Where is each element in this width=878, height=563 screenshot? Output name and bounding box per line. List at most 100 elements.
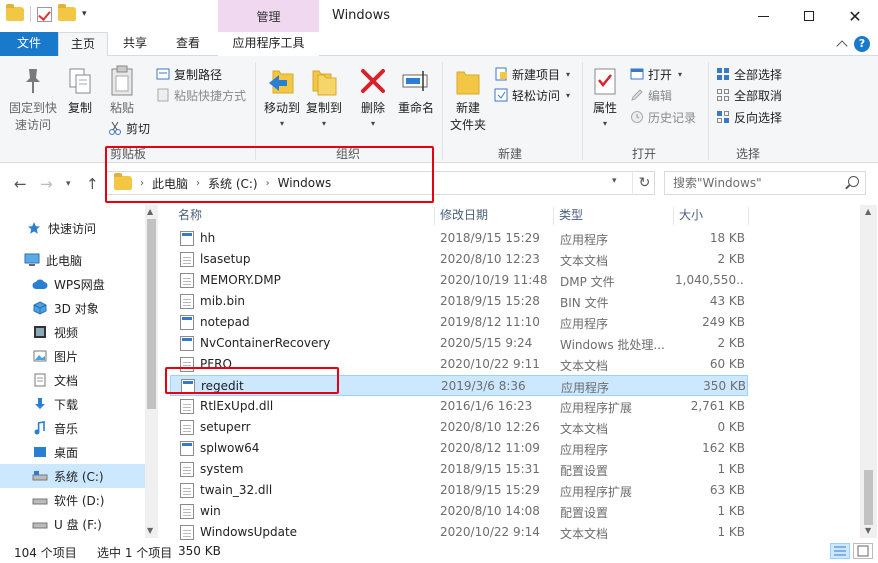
paste-button[interactable]: 粘贴 xyxy=(100,56,144,117)
nav-item-3d-objects[interactable]: 3D 对象 xyxy=(0,296,145,320)
copy-to-button[interactable]: 复制到 ▾ xyxy=(304,56,344,132)
nav-item-usb-f[interactable]: U 盘 (F:) xyxy=(0,512,145,536)
file-name: system xyxy=(200,462,244,476)
edit-button[interactable]: 编辑 xyxy=(630,85,672,105)
document-file-icon xyxy=(180,420,194,435)
details-view-icon xyxy=(834,546,846,556)
column-header-date[interactable]: 修改日期 xyxy=(434,205,554,227)
nav-item-wps-drive[interactable]: WPS网盘 xyxy=(0,272,145,296)
move-to-dropdown-icon: ▾ xyxy=(279,119,284,128)
table-row[interactable]: MEMORY.DMP 2020/10/19 11:48 DMP 文件 1,040,55… xyxy=(170,270,748,291)
customize-qat-dropdown[interactable]: ▾ xyxy=(82,9,87,19)
recent-locations-icon[interactable]: ▾ xyxy=(66,179,71,189)
maximize-button[interactable] xyxy=(786,0,832,32)
table-row[interactable]: twain_32.dll 2018/9/15 15:29 应用程序扩展 63 KB xyxy=(170,480,748,501)
new-item-button[interactable]: 新建项目 ▾ xyxy=(494,64,570,84)
nav-scrollbar[interactable]: ▲ ▼ xyxy=(145,205,158,538)
pin-label-1: 固定到快 xyxy=(8,101,57,115)
details-view-button[interactable] xyxy=(830,543,850,559)
table-row[interactable]: setuperr 2020/8/10 12:26 文本文档 0 KB xyxy=(170,417,748,438)
cut-button[interactable]: 剪切 xyxy=(108,118,150,138)
copy-path-button[interactable]: 复制路径 xyxy=(156,64,222,84)
table-row[interactable]: hh 2018/9/15 15:29 应用程序 18 KB xyxy=(170,228,748,249)
tab-file[interactable]: 文件 xyxy=(0,32,58,56)
qat-separator xyxy=(30,6,31,22)
column-header-size[interactable]: 大小 xyxy=(673,205,748,227)
nav-item-downloads[interactable]: 下载 xyxy=(0,392,145,416)
file-type: 文本文档 xyxy=(560,254,609,268)
nav-item-system-c[interactable]: 系统 (C:) xyxy=(0,464,145,488)
nav-scroll-thumb[interactable] xyxy=(147,219,156,409)
file-date: 2018/9/15 15:29 xyxy=(440,231,540,245)
document-file-icon xyxy=(180,483,194,498)
copy-button[interactable]: 复制 xyxy=(62,56,98,117)
close-button[interactable]: ✕ xyxy=(832,0,878,32)
table-row[interactable]: lsasetup 2020/8/10 12:23 文本文档 2 KB xyxy=(170,249,748,270)
tab-share[interactable]: 共享 xyxy=(110,32,160,56)
file-size: 63 KB xyxy=(709,483,745,497)
nav-item-this-pc[interactable]: 此电脑 xyxy=(0,248,145,272)
open-icon xyxy=(630,67,644,81)
tab-app-tools[interactable]: 应用程序工具 xyxy=(218,32,319,56)
annotation-highlight-address xyxy=(105,146,434,203)
address-dropdown-icon[interactable]: ▾ xyxy=(612,176,617,186)
tab-view[interactable]: 查看 xyxy=(162,32,214,56)
file-name: win xyxy=(200,504,221,518)
scroll-up-icon[interactable]: ▲ xyxy=(865,207,871,216)
nav-item-videos[interactable]: 视频 xyxy=(0,320,145,344)
new-folder-button[interactable]: 新建 文件夹 xyxy=(446,56,490,134)
search-input[interactable]: 搜索"Windows" xyxy=(664,171,866,195)
paste-shortcut-button[interactable]: 粘贴快捷方式 xyxy=(156,85,246,105)
collapse-ribbon-icon[interactable] xyxy=(836,40,848,52)
nav-item-label: 文档 xyxy=(54,373,79,388)
select-none-button[interactable]: 全部取消 xyxy=(716,85,782,105)
nav-item-software-d[interactable]: 软件 (D:) xyxy=(0,488,145,512)
properties-button[interactable]: 属性 ▾ xyxy=(586,56,624,132)
large-icons-view-button[interactable] xyxy=(853,543,873,559)
pin-quick-access-button[interactable]: 固定到快 速访问 xyxy=(4,56,62,134)
file-list-scrollbar[interactable]: ▲ ▼ xyxy=(860,205,877,538)
properties-qat-icon[interactable] xyxy=(37,6,52,22)
history-button[interactable]: 历史记录 xyxy=(630,107,696,127)
move-to-button[interactable]: 移动到 ▾ xyxy=(260,56,304,132)
easy-access-button[interactable]: 轻松访问 ▾ xyxy=(494,85,570,105)
copy-path-icon xyxy=(156,67,170,81)
table-row[interactable]: mib.bin 2018/9/15 15:28 BIN 文件 43 KB xyxy=(170,291,748,312)
nav-item-desktop[interactable]: 桌面 xyxy=(0,440,145,464)
tab-home[interactable]: 主页 xyxy=(58,32,108,57)
table-row[interactable]: win 2020/8/10 14:08 配置设置 1 KB xyxy=(170,501,748,522)
file-type: 文本文档 xyxy=(560,422,609,436)
file-date: 2018/9/15 15:31 xyxy=(440,462,540,476)
column-header-type[interactable]: 类型 xyxy=(553,205,673,227)
nav-item-music[interactable]: 音乐 xyxy=(0,416,145,440)
refresh-button[interactable]: ↻ xyxy=(632,171,656,195)
star-icon xyxy=(26,220,42,236)
rename-button[interactable]: 重命名 xyxy=(394,56,438,117)
back-arrow-icon[interactable]: ← xyxy=(14,175,27,193)
application-file-icon xyxy=(180,441,194,456)
delete-button[interactable]: 删除 ▾ xyxy=(354,56,392,132)
maximize-icon xyxy=(804,11,814,21)
minimize-button[interactable] xyxy=(740,0,786,32)
forward-arrow-icon[interactable]: → xyxy=(40,175,53,193)
scroll-down-icon[interactable]: ▼ xyxy=(147,526,153,535)
table-row[interactable]: NvContainerRecovery 2020/5/15 9:24 Windows… xyxy=(170,333,748,354)
up-arrow-icon[interactable]: ↑ xyxy=(86,175,99,193)
file-list-scroll-thumb[interactable] xyxy=(864,470,873,525)
table-row[interactable]: splwow64 2020/8/12 11:09 应用程序 162 KB xyxy=(170,438,748,459)
scroll-up-icon[interactable]: ▲ xyxy=(147,207,153,216)
nav-item-documents[interactable]: 文档 xyxy=(0,368,145,392)
nav-item-pictures[interactable]: 图片 xyxy=(0,344,145,368)
column-header-name[interactable]: 名称 xyxy=(172,205,438,227)
select-all-button[interactable]: 全部选择 xyxy=(716,64,782,84)
table-row[interactable]: system 2018/9/15 15:31 配置设置 1 KB xyxy=(170,459,748,480)
scroll-down-icon[interactable]: ▼ xyxy=(865,526,871,535)
column-divider[interactable] xyxy=(748,207,749,225)
open-button[interactable]: 打开 ▾ xyxy=(630,64,682,84)
invert-selection-button[interactable]: 反向选择 xyxy=(716,107,782,127)
nav-item-quick-access[interactable]: 快速访问 xyxy=(0,216,145,240)
new-folder-qat-icon[interactable] xyxy=(58,4,76,21)
table-row[interactable]: RtlExUpd.dll 2016/1/6 16:23 应用程序扩展 2,761 KB xyxy=(170,396,748,417)
table-row[interactable]: notepad 2019/8/12 11:10 应用程序 249 KB xyxy=(170,312,748,333)
help-icon[interactable]: ? xyxy=(854,36,870,52)
